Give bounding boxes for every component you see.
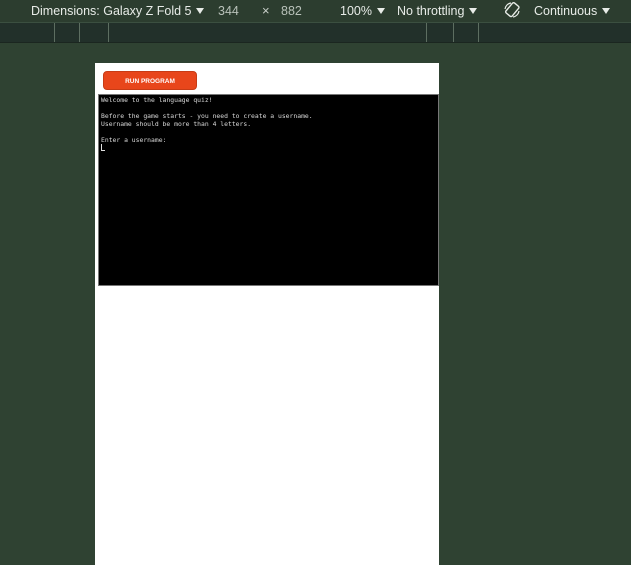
capture-mode-dropdown[interactable]: Continuous (534, 3, 611, 19)
terminal-line: Enter a username: (101, 136, 167, 144)
media-query-ruler (0, 22, 631, 43)
chevron-down-icon (196, 8, 205, 14)
rotate-icon[interactable] (502, 0, 522, 20)
zoom-label: 100% (340, 4, 372, 18)
throttling-dropdown[interactable]: No throttling (397, 3, 478, 19)
ruler-tick (79, 23, 80, 42)
device-toolbar: Dimensions: Galaxy Z Fold 5 344 × 882 10… (0, 0, 631, 22)
ruler-tick (426, 23, 427, 42)
ruler-tick (108, 23, 109, 42)
terminal-line: Before the game starts - you need to cre… (101, 112, 313, 120)
terminal-cursor (101, 144, 105, 151)
viewport-height-input[interactable]: 882 (281, 3, 302, 19)
capture-mode-label: Continuous (534, 4, 598, 18)
ruler-tick (453, 23, 454, 42)
terminal-line: Username should be more than 4 letters. (101, 120, 252, 128)
ruler-tick (54, 23, 55, 42)
device-dimensions-dropdown[interactable]: Dimensions: Galaxy Z Fold 5 (31, 3, 205, 19)
chevron-down-icon (469, 8, 478, 14)
ruler-tick (478, 23, 479, 42)
chevron-down-icon (602, 8, 611, 14)
viewport-width-input[interactable]: 344 (218, 3, 239, 19)
device-dimensions-label: Dimensions: Galaxy Z Fold 5 (31, 4, 192, 18)
device-viewport: RUN PROGRAM Welcome to the language quiz… (95, 63, 439, 565)
run-program-button[interactable]: RUN PROGRAM (103, 71, 197, 90)
throttling-label: No throttling (397, 4, 465, 18)
terminal-input-line[interactable] (101, 144, 436, 152)
terminal-line: Welcome to the language quiz! (101, 96, 213, 104)
terminal[interactable]: Welcome to the language quiz! Before the… (98, 94, 439, 286)
dimensions-separator: × (262, 3, 270, 18)
chevron-down-icon (376, 8, 385, 14)
zoom-dropdown[interactable]: 100% (340, 3, 385, 19)
